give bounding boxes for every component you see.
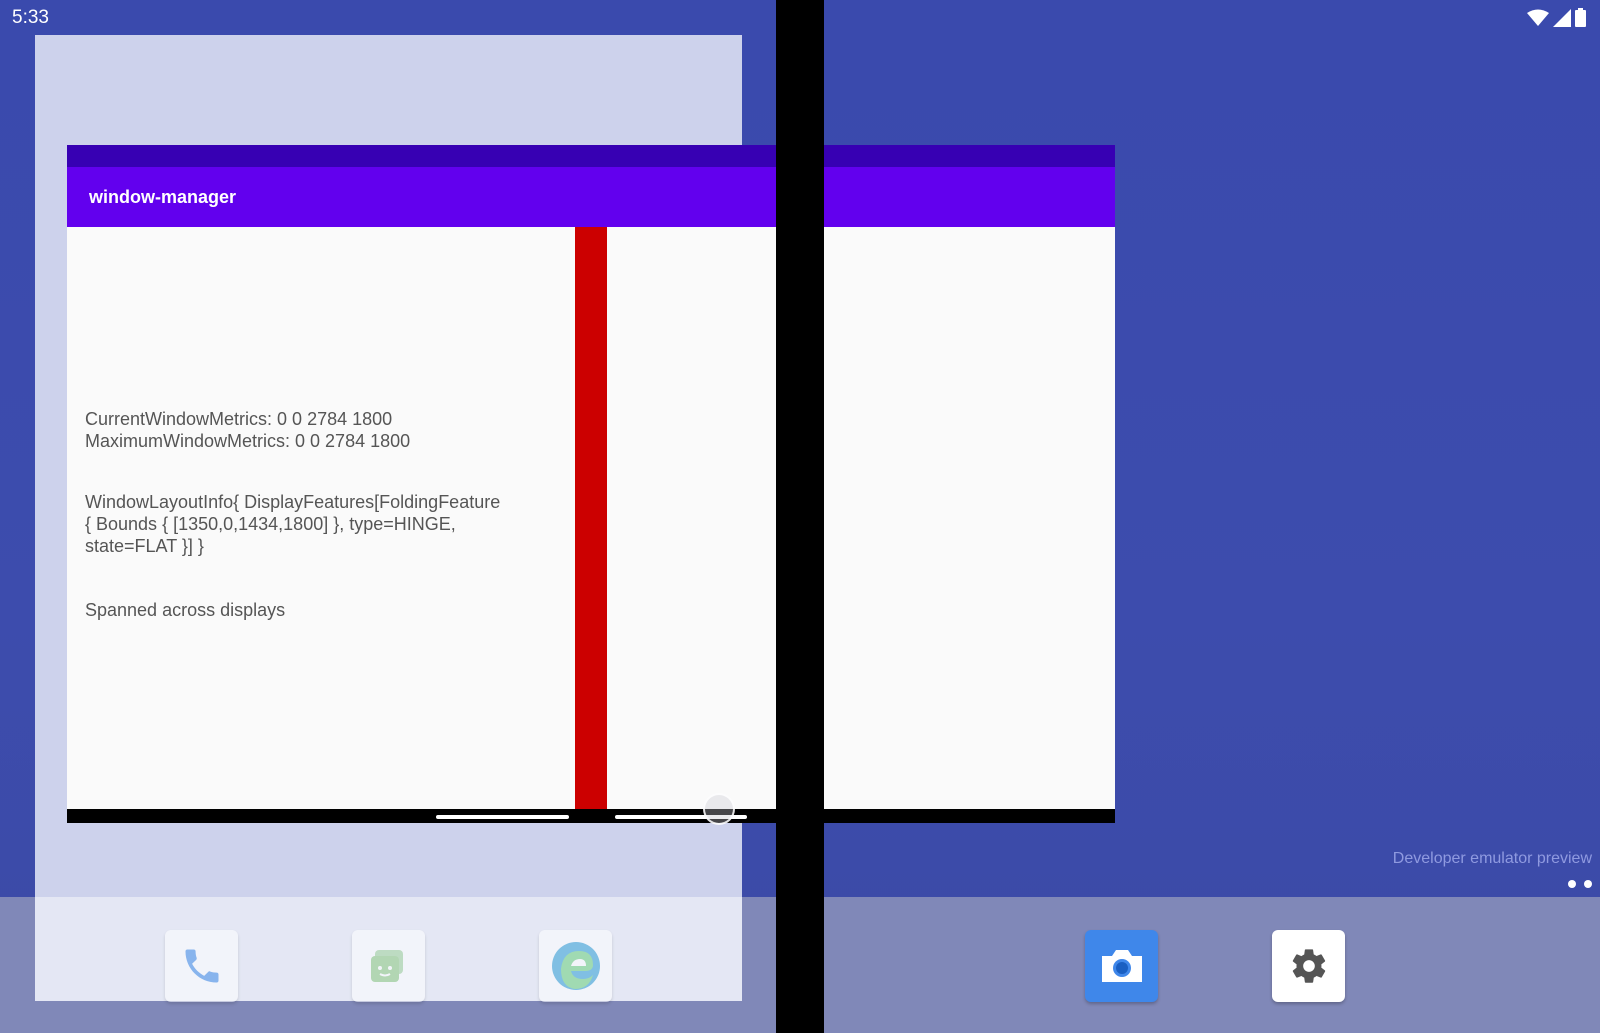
settings-gear-icon (1292, 949, 1325, 983)
page-dot[interactable] (1584, 880, 1592, 888)
app-title: window-manager (89, 187, 237, 207)
developer-preview-label: Developer emulator preview (1392, 850, 1592, 867)
phone-app[interactable] (165, 930, 238, 1002)
window-layout-info-line: state=FLAT }] } (85, 536, 204, 556)
page-indicator (1568, 880, 1592, 888)
status-time: 5:33 (12, 7, 49, 28)
edge-browser-icon (551, 942, 600, 990)
wifi-icon (1527, 9, 1549, 26)
app-status-bar (67, 145, 1115, 167)
edge-app[interactable] (539, 930, 612, 1002)
window-layout-info-line: { Bounds { [1350,0,1434,1800] }, type=HI… (85, 514, 456, 534)
cellular-signal-icon (1553, 8, 1571, 27)
camera-app[interactable] (1085, 930, 1158, 1002)
phone-icon (185, 949, 218, 983)
battery-icon (1575, 8, 1586, 27)
messages-app[interactable] (352, 930, 425, 1002)
current-window-metrics: CurrentWindowMetrics: 0 0 2784 1800 (85, 409, 393, 429)
page-dot[interactable] (1568, 880, 1576, 888)
app-toolbar: window-manager (67, 167, 1115, 227)
settings-app[interactable] (1272, 930, 1345, 1002)
camera-icon (1101, 950, 1142, 982)
app-content: CurrentWindowMetrics: 0 0 2784 1800 Maxi… (67, 227, 1115, 809)
device-hinge (776, 0, 824, 1033)
gesture-handle-left[interactable] (436, 815, 569, 819)
maximum-window-metrics: MaximumWindowMetrics: 0 0 2784 1800 (85, 431, 411, 451)
app-navigation-bar (67, 809, 1115, 823)
span-status-text: Spanned across displays (85, 600, 286, 620)
drag-handle-circle[interactable] (703, 793, 735, 825)
folding-feature-indicator (575, 227, 607, 809)
window-manager-app: window-manager CurrentWindowMetrics: 0 0… (67, 145, 1115, 823)
status-icons (1527, 8, 1586, 27)
window-layout-info-line: WindowLayoutInfo{ DisplayFeatures[Foldin… (85, 492, 501, 512)
messages-icon (370, 950, 403, 982)
